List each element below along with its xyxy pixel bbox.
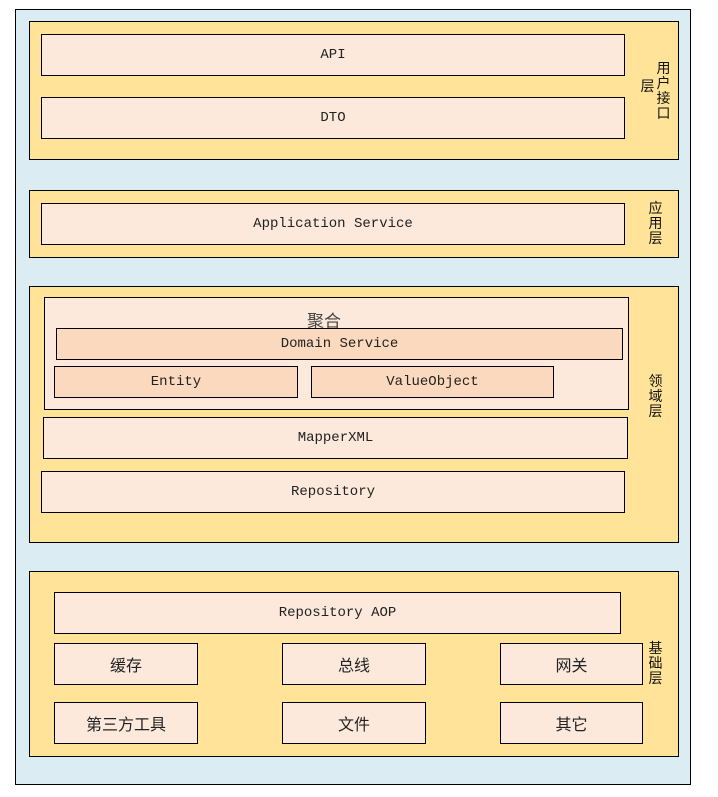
repository-box: Repository	[41, 471, 625, 513]
application-layer-label: 应用层	[648, 201, 663, 247]
user-interface-layer-label-suffix: 层	[640, 79, 655, 95]
value-object-box: ValueObject	[311, 366, 554, 398]
bus-box: 总线	[282, 643, 426, 685]
domain-layer-label: 领域层	[648, 374, 663, 420]
infrastructure-layer-label: 基础层	[648, 641, 663, 687]
dto-box: DTO	[41, 97, 625, 139]
third-party-tools-box: 第三方工具	[54, 702, 198, 744]
file-box: 文件	[282, 702, 426, 744]
other-box: 其它	[500, 702, 643, 744]
entity-box: Entity	[54, 366, 298, 398]
user-interface-layer-label: 用户接口	[656, 61, 671, 122]
cache-box: 缓存	[54, 643, 198, 685]
gateway-box: 网关	[500, 643, 643, 685]
api-box: API	[41, 34, 625, 76]
domain-service-box: Domain Service	[56, 328, 623, 360]
mapper-xml-box: MapperXML	[43, 417, 628, 459]
repository-aop-box: Repository AOP	[54, 592, 621, 634]
application-service-box: Application Service	[41, 203, 625, 245]
